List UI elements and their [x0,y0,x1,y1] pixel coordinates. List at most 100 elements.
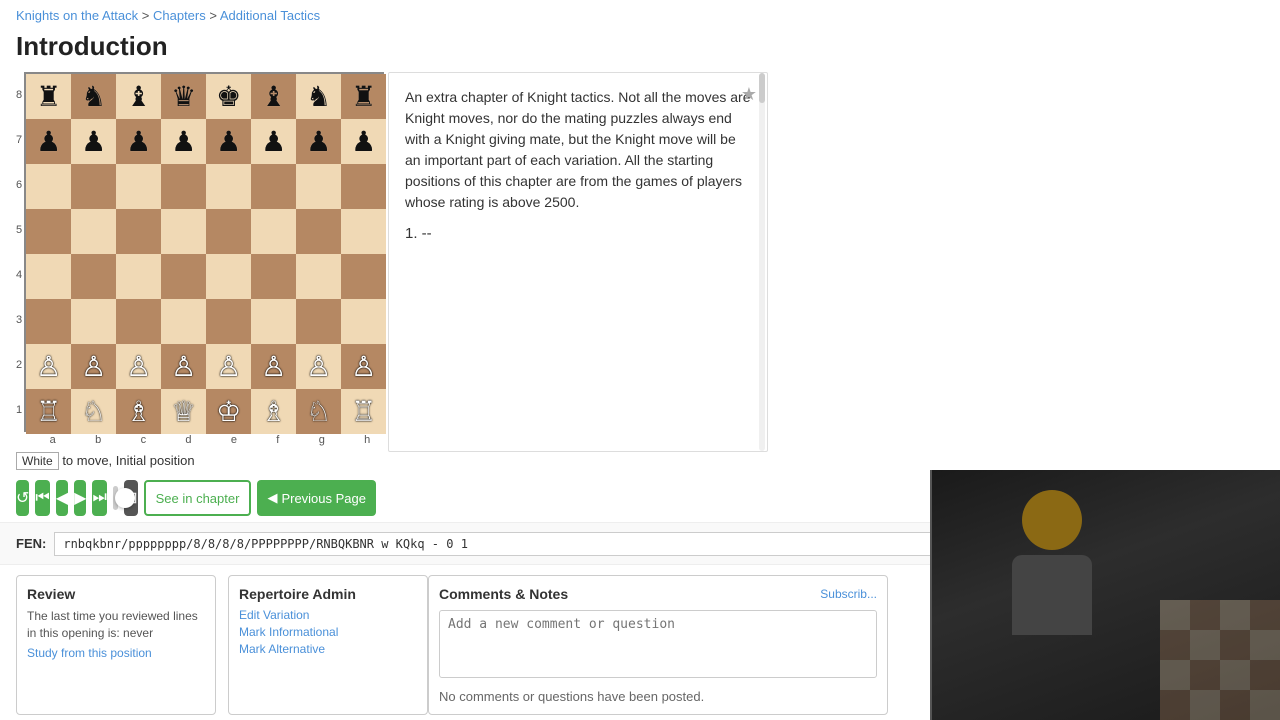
breadcrumb-link-1[interactable]: Knights on the Attack [16,8,138,23]
edit-variation-link[interactable]: Edit Variation [239,608,417,622]
bookmark-icon[interactable]: ★ [741,81,757,108]
board-square[interactable]: ♔ [206,389,251,434]
chess-piece: ♝ [126,83,151,111]
board-square[interactable]: ♟ [116,119,161,164]
board-square[interactable] [71,254,116,299]
board-square[interactable]: ♘ [71,389,116,434]
no-comments-text: No comments or questions have been poste… [439,689,877,704]
chess-piece: ♝ [261,83,286,111]
skip-end-button[interactable]: ⏭ [92,480,106,516]
board-square[interactable] [251,209,296,254]
turn-badge: White [16,452,59,470]
chess-piece: ♙ [216,353,241,381]
board-square[interactable]: ♗ [251,389,296,434]
board-square[interactable] [341,254,386,299]
board-square[interactable] [251,299,296,344]
board-square[interactable]: ♟ [206,119,251,164]
previous-page-button[interactable]: ◀ Previous Page [257,480,376,516]
board-square[interactable]: ♘ [296,389,341,434]
board-square[interactable] [116,164,161,209]
see-in-chapter-button[interactable]: See in chapter [144,480,252,516]
board-square[interactable]: ♞ [71,74,116,119]
board-square[interactable] [206,254,251,299]
chess-piece: ♟ [36,128,61,156]
board-square[interactable] [251,164,296,209]
chess-piece: ♙ [36,353,61,381]
scrollbar-thumb[interactable] [759,73,765,103]
comment-input[interactable] [439,610,877,678]
board-square[interactable] [26,254,71,299]
board-square[interactable]: ♕ [161,389,206,434]
toggle-button[interactable] [113,486,118,510]
board-square[interactable] [206,299,251,344]
board-square[interactable] [26,164,71,209]
board-square[interactable] [296,299,341,344]
refresh-button[interactable]: ↺ [16,480,29,516]
board-square[interactable] [251,254,296,299]
board-square[interactable]: ♙ [26,344,71,389]
board-square[interactable]: ♙ [341,344,386,389]
board-square[interactable]: ♖ [26,389,71,434]
board-square[interactable] [161,164,206,209]
board-square[interactable] [206,164,251,209]
scrollbar-track[interactable] [759,73,765,451]
board-square[interactable]: ♙ [296,344,341,389]
board-square[interactable] [71,299,116,344]
board-square[interactable]: ♟ [341,119,386,164]
breadcrumb-link-3[interactable]: Additional Tactics [220,8,320,23]
chess-piece: ♟ [171,128,196,156]
board-square[interactable]: ♟ [26,119,71,164]
board-square[interactable]: ♙ [251,344,296,389]
chess-board[interactable]: ♜♞♝♛♚♝♞♜♟♟♟♟♟♟♟♟♙♙♙♙♙♙♙♙♖♘♗♕♔♗♘♖ [24,72,384,432]
mark-alternative-link[interactable]: Mark Alternative [239,642,417,656]
fen-label: FEN: [16,536,46,551]
prev-move-button[interactable]: ◀ [56,480,68,516]
board-square[interactable] [341,299,386,344]
board-square[interactable]: ♜ [26,74,71,119]
board-square[interactable] [71,164,116,209]
board-square[interactable]: ♙ [116,344,161,389]
board-square[interactable] [341,164,386,209]
board-square[interactable]: ♙ [161,344,206,389]
board-square[interactable] [26,209,71,254]
board-square[interactable] [296,254,341,299]
board-square[interactable] [116,299,161,344]
board-square[interactable] [26,299,71,344]
board-square[interactable]: ♟ [71,119,116,164]
next-move-button[interactable]: ▶ [74,480,86,516]
board-square[interactable] [341,209,386,254]
board-square[interactable]: ♙ [206,344,251,389]
breadcrumb-link-2[interactable]: Chapters [153,8,206,23]
board-square[interactable] [161,209,206,254]
board-square[interactable] [161,299,206,344]
page-title: Introduction [0,27,1280,72]
board-square[interactable]: ♟ [251,119,296,164]
board-square[interactable] [296,209,341,254]
subscribe-button[interactable]: Subscrib... [820,586,877,602]
board-square[interactable] [71,209,116,254]
mark-informational-link[interactable]: Mark Informational [239,625,417,639]
board-square[interactable]: ♟ [161,119,206,164]
board-square[interactable]: ♗ [116,389,161,434]
chess-piece: ♟ [351,128,376,156]
board-square[interactable] [296,164,341,209]
board-square[interactable]: ♟ [296,119,341,164]
study-link[interactable]: Study from this position [27,646,152,660]
board-square[interactable]: ♜ [341,74,386,119]
board-square[interactable]: ♖ [341,389,386,434]
board-square[interactable] [161,254,206,299]
chess-piece: ♙ [351,353,376,381]
board-square[interactable]: ♞ [296,74,341,119]
board-square[interactable] [116,254,161,299]
board-square[interactable]: ♚ [206,74,251,119]
board-square[interactable] [206,209,251,254]
board-square[interactable]: ♙ [71,344,116,389]
skip-start-button[interactable]: ⏮ [35,480,49,516]
chess-piece: ♘ [306,398,331,426]
board-square[interactable] [116,209,161,254]
chess-piece: ♕ [171,398,196,426]
board-square[interactable]: ♝ [116,74,161,119]
board-controls: ↺ ⏮ ◀ ▶ ⏭ ⊞ See in chapter ◀ Previous Pa… [16,474,376,522]
board-square[interactable]: ♛ [161,74,206,119]
board-square[interactable]: ♝ [251,74,296,119]
